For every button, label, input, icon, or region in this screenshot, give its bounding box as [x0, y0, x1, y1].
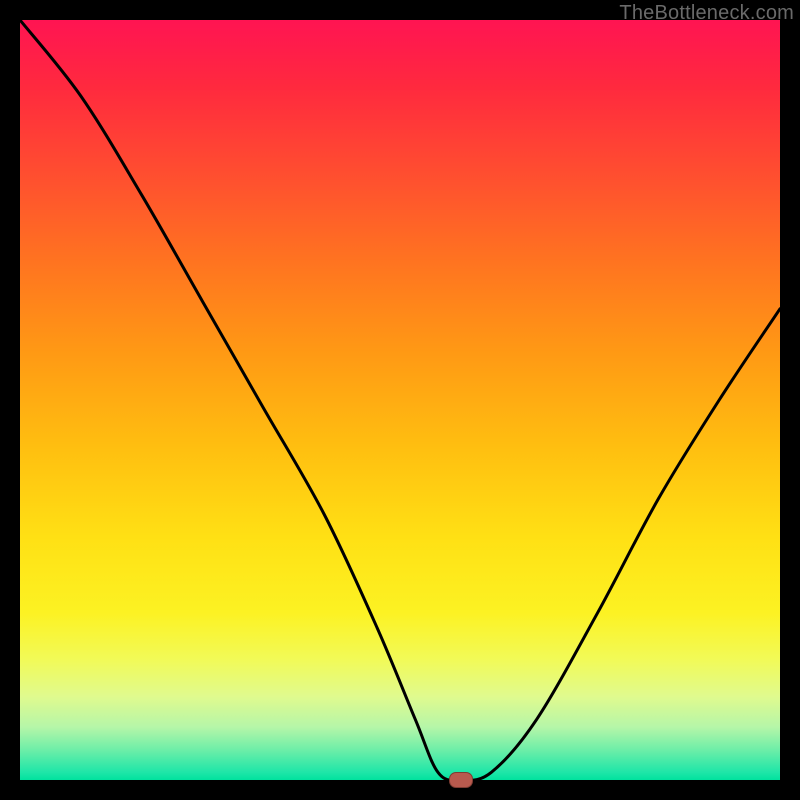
chart-stage: TheBottleneck.com	[0, 0, 800, 800]
bottleneck-curve	[20, 20, 780, 780]
optimal-marker	[449, 772, 473, 788]
plot-area	[20, 20, 780, 780]
